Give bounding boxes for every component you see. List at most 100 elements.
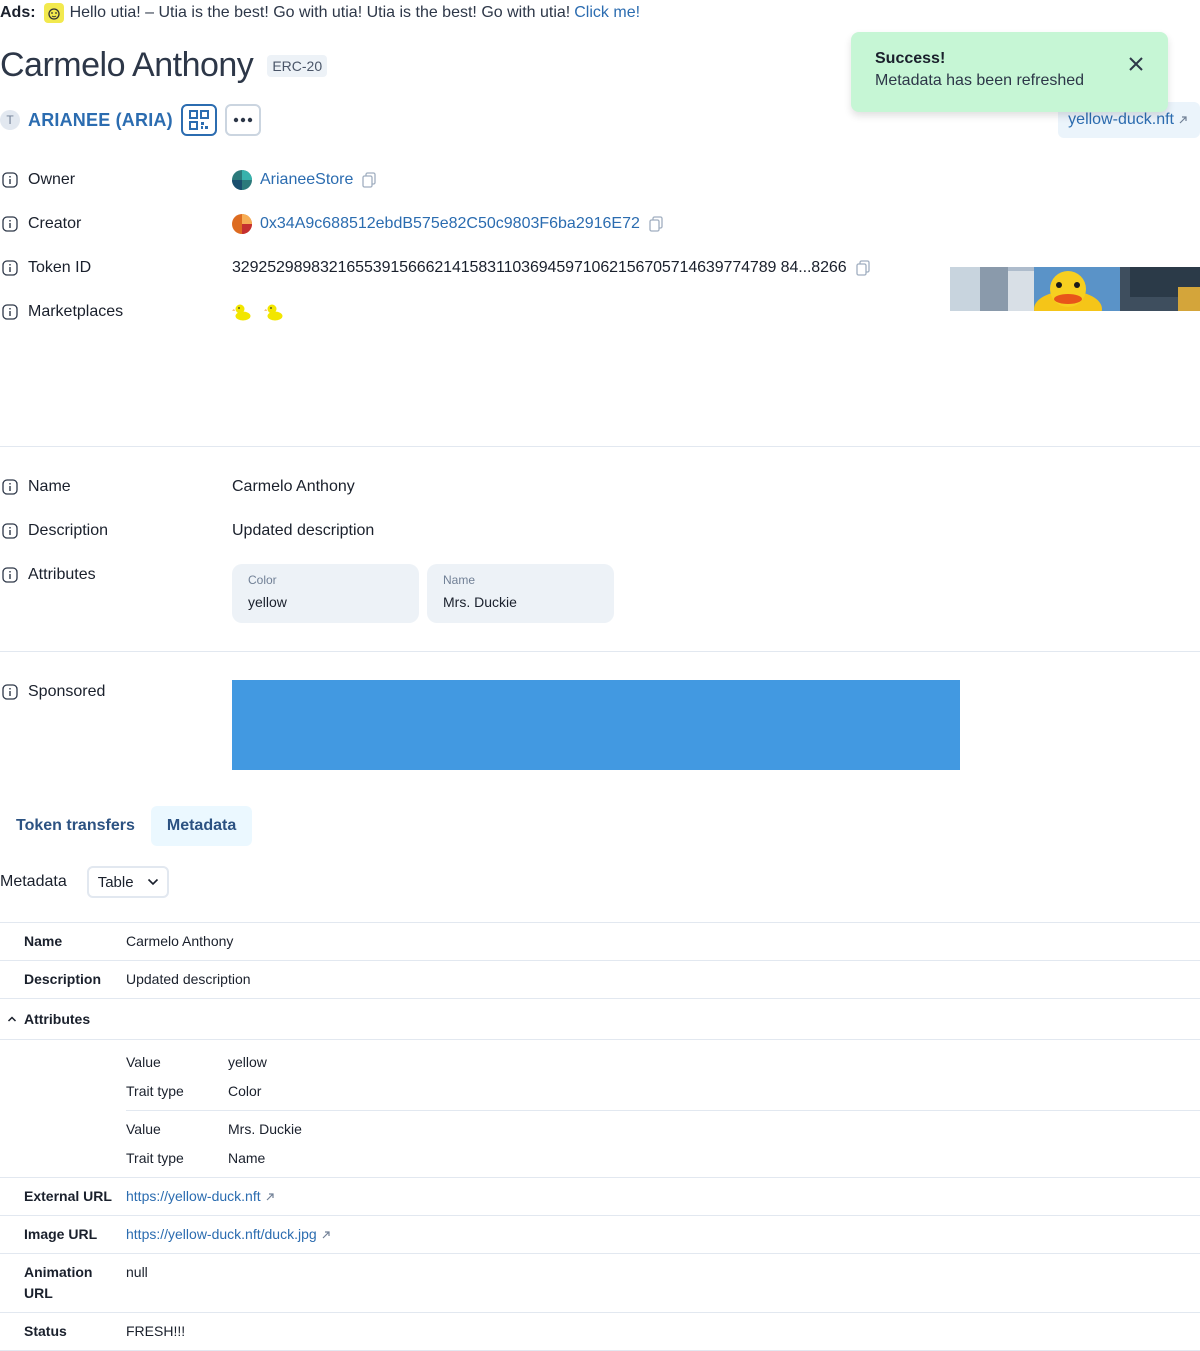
metadata-value-animation-url: null xyxy=(126,1264,148,1280)
duck-marketplace-icon[interactable] xyxy=(232,302,252,322)
external-site-label: yellow-duck.nft xyxy=(1068,111,1174,128)
attr1-trait-key: Trait type xyxy=(126,1083,184,1099)
owner-value: ArianeeStore xyxy=(232,170,377,190)
copy-icon[interactable] xyxy=(361,172,377,188)
info-icon[interactable] xyxy=(2,172,18,188)
tab-list: Token transfers Metadata xyxy=(0,806,253,846)
token-standard-badge: ERC-20 xyxy=(267,54,328,77)
info-icon[interactable] xyxy=(2,216,18,232)
info-icon[interactable] xyxy=(2,260,18,276)
attributes-row: Attributes xyxy=(0,563,96,587)
owner-link[interactable]: ArianeeStore xyxy=(260,171,353,189)
creator-address-link[interactable]: 0x34A9c688512ebdB575e82C50c9803F6ba2916E… xyxy=(260,215,640,233)
metadata-value-name: Carmelo Anthony xyxy=(126,933,234,949)
attributes-label: Attributes xyxy=(28,566,96,583)
sponsored-row: Sponsored xyxy=(0,680,105,704)
info-icon[interactable] xyxy=(2,523,18,539)
metadata-value-image-url: https://yellow-duck.nft/duck.jpg xyxy=(126,1224,331,1245)
sponsored-banner[interactable] xyxy=(232,680,960,770)
toast-message: Metadata has been refreshed xyxy=(875,72,1085,89)
toast-title: Success! xyxy=(875,50,946,67)
owner-label: Owner xyxy=(28,171,76,188)
attr2-trait: Name xyxy=(228,1150,266,1166)
table-divider xyxy=(0,1039,1200,1040)
creator-label: Creator xyxy=(28,215,82,232)
table-subdivider xyxy=(126,1110,1200,1111)
description-label: Description xyxy=(28,522,109,539)
token-id-value: 3292529898321655391566621415831103694597… xyxy=(232,259,871,277)
ads-label: Ads: xyxy=(0,4,36,21)
table-divider xyxy=(0,1215,1200,1216)
ads-text: Hello utia! – Utia is the best! Go with … xyxy=(69,4,571,21)
copy-icon[interactable] xyxy=(855,260,871,276)
more-dots-icon xyxy=(233,117,252,123)
copy-icon[interactable] xyxy=(648,216,664,232)
marketplaces-row: Marketplaces xyxy=(0,300,283,324)
select-value: Table xyxy=(97,873,134,891)
attribute-key: Color xyxy=(248,573,277,587)
token-id-text: 3292529898321655391566621415831103694597… xyxy=(232,259,847,276)
attr2-trait-key: Trait type xyxy=(126,1150,184,1166)
external-arrow-icon xyxy=(266,1193,274,1201)
metadata-value-description: Updated description xyxy=(126,971,251,987)
token-link[interactable]: ARIANEE (ARIA) xyxy=(28,110,173,131)
section-divider xyxy=(0,446,1200,447)
metadata-key-external-url: External URL xyxy=(24,1188,112,1204)
sponsored-label: Sponsored xyxy=(28,683,106,700)
ads-click-link[interactable]: Click me! xyxy=(574,4,640,22)
creator-avatar-icon xyxy=(232,214,252,234)
info-icon[interactable] xyxy=(2,567,18,583)
duck-marketplace-icon[interactable] xyxy=(264,302,284,322)
page-header: Carmelo Anthony ERC-20 xyxy=(0,46,328,85)
metadata-value-external-url: https://yellow-duck.nft xyxy=(126,1186,275,1207)
attribute-card: Name Mrs. Duckie xyxy=(427,564,614,623)
metadata-key-attributes[interactable]: Attributes xyxy=(24,1009,90,1030)
attribute-value: yellow xyxy=(248,594,287,610)
owner-row: Owner ArianeeStore xyxy=(0,168,377,192)
external-arrow-icon xyxy=(322,1231,330,1239)
metadata-label: Metadata xyxy=(0,873,67,890)
info-icon[interactable] xyxy=(2,684,18,700)
close-icon[interactable] xyxy=(1128,56,1144,72)
metadata-header: Metadata Table xyxy=(0,866,169,898)
attribute-card: Color yellow xyxy=(232,564,419,623)
creator-row: Creator 0x34A9c688512ebdB575e82C50c9803F… xyxy=(0,212,663,236)
table-divider xyxy=(0,1253,1200,1254)
metadata-key-description: Description xyxy=(24,971,102,987)
duck-logo-icon xyxy=(43,3,64,23)
animation-url-key-line1: Animation xyxy=(24,1264,93,1280)
external-arrow-icon xyxy=(1179,116,1187,124)
qr-code-button[interactable] xyxy=(180,104,217,136)
more-options-button[interactable] xyxy=(224,104,261,136)
creator-value: 0x34A9c688512ebdB575e82C50c9803F6ba2916E… xyxy=(232,214,664,234)
info-icon[interactable] xyxy=(2,479,18,495)
attr2-value-key: Value xyxy=(126,1121,161,1137)
tab-metadata[interactable]: Metadata xyxy=(150,806,253,846)
chevron-up-icon[interactable] xyxy=(7,1015,17,1023)
token-id-row: Token ID 3292529898321655391566621415831… xyxy=(0,256,870,280)
attribute-key: Name xyxy=(443,573,476,587)
image-url-link[interactable]: https://yellow-duck.nft/duck.jpg xyxy=(126,1226,317,1242)
metadata-format-select[interactable]: Table xyxy=(86,866,169,898)
marketplaces-value xyxy=(232,302,284,322)
marketplaces-label: Marketplaces xyxy=(28,303,124,320)
owner-avatar-icon xyxy=(232,170,252,190)
page-title: Carmelo Anthony xyxy=(0,46,254,84)
external-url-link[interactable]: https://yellow-duck.nft xyxy=(126,1188,261,1204)
info-icon[interactable] xyxy=(2,304,18,320)
qr-code-icon xyxy=(188,110,209,130)
table-divider xyxy=(0,998,1200,999)
chevron-down-icon xyxy=(147,878,158,886)
nft-image[interactable] xyxy=(950,267,1200,311)
tab-token-transfers[interactable]: Token transfers xyxy=(0,806,151,846)
attr1-value: yellow xyxy=(228,1054,267,1070)
description-row: Description Updated description xyxy=(0,519,374,543)
description-value: Updated description xyxy=(232,522,375,539)
token-id-label: Token ID xyxy=(28,259,92,276)
token-avatar: T xyxy=(0,110,20,130)
attr2-value: Mrs. Duckie xyxy=(228,1121,302,1137)
attr1-trait: Color xyxy=(228,1083,262,1099)
table-divider xyxy=(0,922,1200,923)
table-divider xyxy=(0,960,1200,961)
metadata-key-name: Name xyxy=(24,933,63,949)
